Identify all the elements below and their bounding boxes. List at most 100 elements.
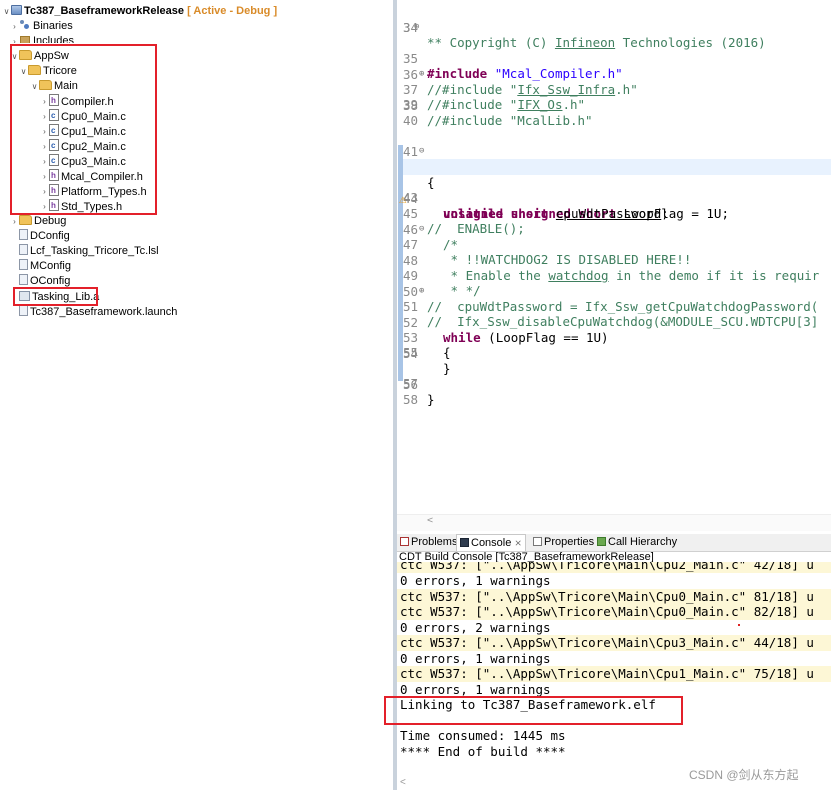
code-line: 48 * Enable the watchdog in the demo if … [397,237,819,284]
code-line: 46 ⊖ /* [397,206,458,253]
console-line: ctc W537: ["..\AppSw\Tricore\Main\Cpu0_M… [397,589,831,605]
tab-label: Call Hierarchy [608,536,678,548]
code-text: { [443,345,451,360]
console-line: 0 errors, 1 warnings [400,651,551,666]
code-text: while (LoopFlag == 1U) [443,330,609,345]
console-line: ctc W537: ["..\AppSw\Tricore\Main\Cpu0_M… [397,604,831,620]
problems-icon [400,537,409,546]
code-line: 52 while (LoopFlag == 1U) [397,299,609,346]
code-line: 45 // ENABLE(); [397,190,525,237]
tree-item-file[interactable]: MConfig [19,259,71,274]
file-icon [19,244,28,255]
tree-item-includes[interactable]: › Includes [10,34,74,43]
code-text: ** Copyright (C) Infineon Technologies (… [427,35,766,50]
highlight-box [384,696,683,725]
view-tab-bar: Problems Console ⨯ Properties Call Hiera… [397,534,831,552]
code-text: * !!WATCHDOG2 IS DISABLED HERE!! [443,252,692,267]
bottom-view-stack: Problems Console ⨯ Properties Call Hiera… [397,531,831,790]
console-line: 0 errors, 2 warnings [400,620,551,635]
tree-item-debug[interactable]: › Debug [10,214,66,229]
console-line: Time consumed: 1445 ms [400,728,566,743]
project-name: Tc387_BaseframeworkRelease [24,5,185,17]
tree-item-label: Binaries [33,20,73,32]
code-line: 54 } [397,330,451,377]
code-line: 3 ⊕ ** Copyright (C) Infineon Technologie… [397,4,831,51]
code-editor[interactable]: 3 ⊕ ** Copyright (C) Infineon Technologie… [397,0,831,531]
line-number: 58 [403,392,419,407]
code-text: // Ifx_Ssw_disableCpuWatchdog(&MODULE_SC… [427,314,819,329]
chevron-right-icon[interactable]: › [10,19,19,34]
code-line: 49 * */ [397,252,481,299]
tree-item-project[interactable]: ∨ Tc387_BaseframeworkRelease [ Active - D… [2,4,277,19]
code-text: * Enable the watchdog in the demo if it … [443,268,820,283]
folder-icon [19,215,32,225]
tree-item-label: MConfig [30,260,71,272]
file-icon [19,259,28,270]
includes-icon [19,34,31,43]
code-line: 37 //#include "IFX_Os.h" [397,66,585,113]
tab-call-hierarchy[interactable]: Call Hierarchy [594,534,680,550]
tab-properties[interactable]: Properties [530,534,597,550]
code-line: 53 { [397,314,451,361]
tree-item-binaries[interactable]: › Binaries [10,19,73,34]
project-active-config: [ Active - Debug ] [187,5,278,17]
tree-item-file[interactable]: Tc387_Baseframework.launch [19,305,177,320]
current-line-highlight [403,159,831,175]
console-marker [738,624,740,626]
chevron-down-icon[interactable]: ∨ [2,4,11,19]
chevron-right-icon[interactable]: › [10,34,19,43]
tab-label: Console [471,537,512,549]
line-number: 57 [403,376,419,391]
code-line-current: 43 volatile unsigned short LoopFlag = 1U… [397,159,831,221]
code-line: 38 //#include "McalLib.h" [397,82,593,129]
tab-label: Problems [411,536,458,548]
console-output[interactable]: ctc W537: ["..\AppSw\Tricore\Main\Cpu2_M… [397,562,831,782]
code-text: // ENABLE(); [427,221,525,236]
console-line: ctc W537: ["..\AppSw\Tricore\Main\Cpu2_M… [397,562,831,573]
tab-label: Properties [544,536,595,548]
code-text: // cpuWdtPassword = Ifx_Ssw_getCpuWatchd… [427,299,819,314]
editor-horizontal-scrollbar[interactable]: < [397,514,831,531]
code-text: //#include "McalLib.h" [427,113,593,128]
close-icon[interactable]: ⨯ [514,538,522,548]
line-number: 40 [403,113,419,128]
code-line: 35 #include "Mcal_Compiler.h" [397,35,623,82]
highlight-box [13,287,98,306]
call-hierarchy-icon [597,537,606,546]
line-number: 34 [403,20,419,35]
launch-file-icon [19,305,28,316]
line-number: 55 [403,345,419,360]
code-text: /* [443,237,459,252]
code-line: 42 { [397,144,435,191]
tree-item-file[interactable]: DConfig [19,229,70,244]
properties-icon [533,537,542,546]
code-line: 36 ⊕ //#include "Ifx_Ssw_Infra.h" [397,51,638,98]
file-icon [19,229,28,240]
scroll-left-icon[interactable]: < [400,777,406,788]
code-text: } [443,361,451,376]
code-text: * */ [443,283,481,298]
project-explorer: ∨ Tc387_BaseframeworkRelease [ Active - D… [0,0,393,790]
tree-item-label: Lcf_Tasking_Tricore_Tc.lsl [30,245,159,257]
file-icon [19,274,28,285]
tree-item-label: Tc387_Baseframework.launch [30,306,178,318]
tree-item-label: Debug [34,215,67,227]
tab-console[interactable]: Console ⨯ [456,534,526,551]
tab-problems[interactable]: Problems [397,534,460,550]
code-line: 44 ⚠ unsigned short cpuWdtPassword; [397,175,669,222]
highlight-box [10,44,157,215]
tree-item-file[interactable]: Lcf_Tasking_Tricore_Tc.lsl [19,244,159,259]
console-line: ctc W537: ["..\AppSw\Tricore\Main\Cpu3_M… [397,635,831,651]
tree-item-label: DConfig [30,230,70,242]
watermark: CSDN @剑从东方起 [689,768,799,782]
tree-item-label: Includes [33,35,74,43]
project-icon [11,5,22,15]
chevron-right-icon[interactable]: › [10,214,19,229]
code-text: unsigned short cpuWdtPassword; [443,206,669,221]
code-line: 47 * !!WATCHDOG2 IS DISABLED HERE!! [397,221,691,268]
code-text: } [427,392,435,407]
scroll-left-icon[interactable]: < [427,515,433,526]
code-line: 50 ⊕ // cpuWdtPassword = Ifx_Ssw_getCpuWa… [397,268,818,315]
code-text: #include "Mcal_Compiler.h" [427,66,623,81]
code-text: { [427,175,435,190]
